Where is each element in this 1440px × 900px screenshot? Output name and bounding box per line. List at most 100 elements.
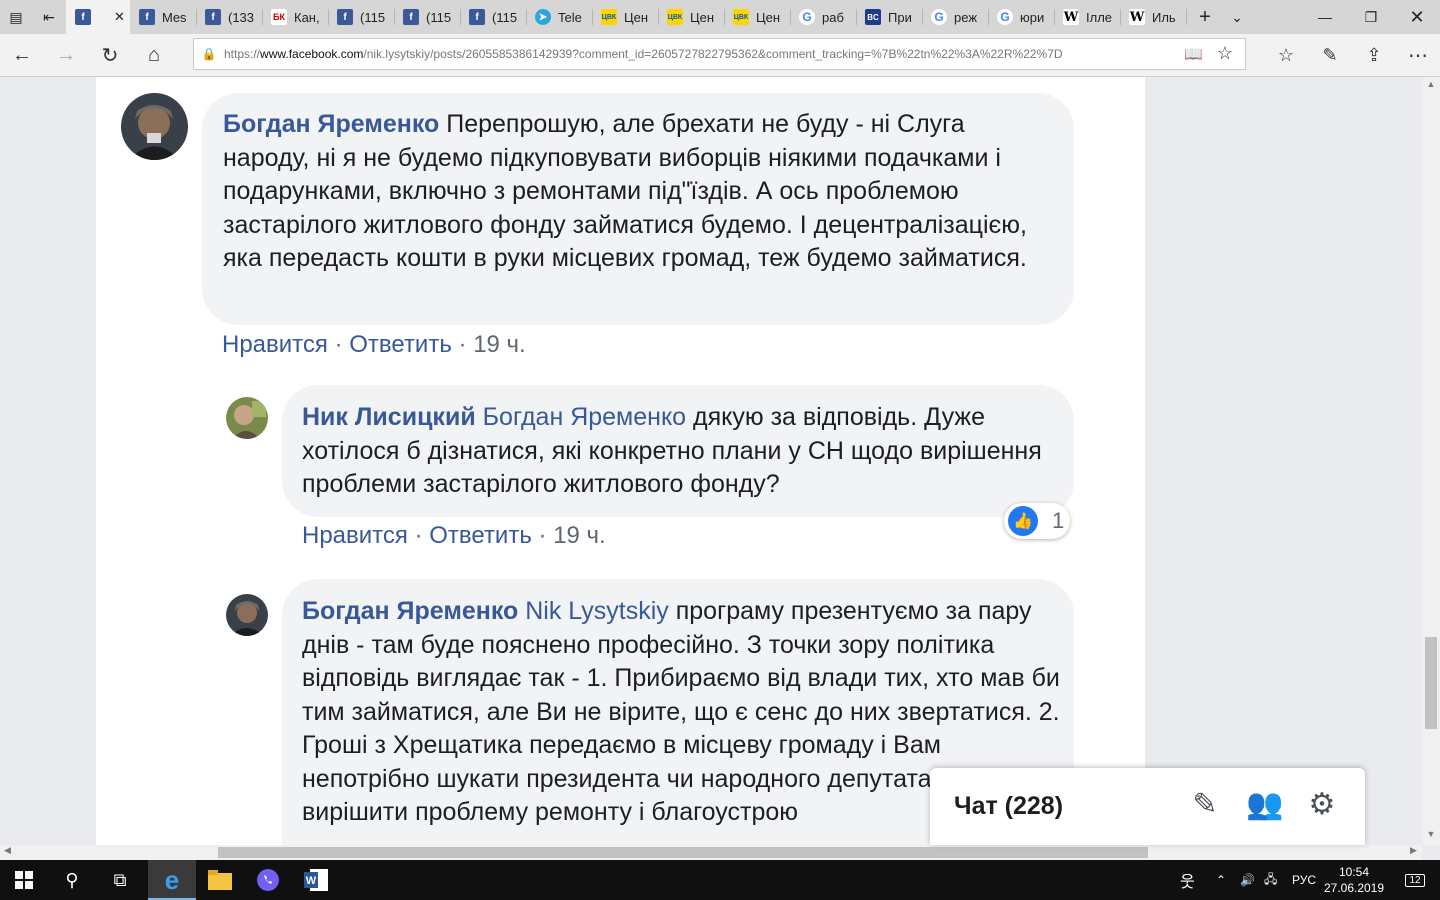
system-clock[interactable]: 10:54 27.06.2019 [1318, 864, 1390, 896]
browser-tab[interactable]: f (115 [328, 0, 394, 34]
browser-tab[interactable]: ЦВК Цен [724, 0, 790, 34]
comment-time[interactable]: 19 ч. [473, 331, 526, 358]
search-icon[interactable]: ⚲ [48, 860, 96, 900]
browser-tab[interactable]: W Иль [1120, 0, 1186, 34]
minimize-icon[interactable]: — [1302, 0, 1348, 34]
restore-icon[interactable]: ❐ [1348, 0, 1394, 34]
browser-tab[interactable]: W Ілле [1054, 0, 1120, 34]
avatar-nik-lysytskiy[interactable] [226, 397, 268, 439]
favorites-hub-icon[interactable]: ☆ [1266, 38, 1306, 72]
scroll-right-icon[interactable]: ▶ [1410, 845, 1417, 856]
browser-tab[interactable]: ЦВК Цен [658, 0, 724, 34]
facebook-icon: f [403, 9, 419, 25]
network-icon[interactable]: 🖧 [1264, 860, 1277, 900]
set-tabs-aside-icon[interactable]: ⇤ [32, 0, 66, 34]
horizontal-scrollbar[interactable]: ◀ ▶ [0, 845, 1422, 860]
reply-bubble: Ник Лисицкий Богдан Яременко дякую за ві… [282, 385, 1074, 517]
tab-label: юри [1020, 9, 1045, 25]
favorite-star-icon[interactable]: ☆ [1217, 43, 1233, 64]
tab-label: (133 [228, 9, 255, 25]
reaction-count-badge[interactable]: 👍 1 [1004, 503, 1070, 539]
like-link[interactable]: Нравится [302, 522, 408, 549]
lock-icon: 🔒 [201, 47, 217, 61]
chat-settings-gear-icon[interactable]: ⚙ [1305, 788, 1339, 822]
mention-link[interactable]: Богдан Яременко [483, 403, 686, 431]
tab-separator [1186, 9, 1187, 25]
browser-tab[interactable]: ЦВК Цен [592, 0, 658, 34]
more-icon[interactable]: ⋯ [1398, 38, 1438, 72]
edge-browser-icon[interactable]: e [148, 860, 196, 900]
browser-tab[interactable]: Gреж [922, 0, 988, 34]
chat-title[interactable]: Чат (228) [954, 792, 1063, 821]
scroll-down-icon[interactable]: ▼ [1422, 829, 1440, 839]
back-icon[interactable]: ← [2, 38, 42, 72]
windows-taskbar: ⚲ ⧉ e W 웃 ⌃ 🔊 🖧 РУС 10:54 27.06.2019 12 [0, 860, 1440, 900]
share-icon[interactable]: ⇪ [1354, 38, 1394, 72]
tab-list-chevron-icon[interactable]: ⌄ [1222, 0, 1252, 34]
reaction-count: 1 [1052, 508, 1065, 533]
browser-tab[interactable]: f (115 [394, 0, 460, 34]
refresh-icon[interactable]: ↻ [90, 38, 130, 72]
reply-link[interactable]: Ответить [429, 522, 532, 549]
browser-tab[interactable]: f (133 [196, 0, 262, 34]
windows-start-icon[interactable] [0, 860, 48, 900]
address-bar[interactable]: 🔒 https://www.facebook.com/nik.lysytskiy… [193, 38, 1246, 70]
action-center-icon[interactable]: 12 [1402, 860, 1428, 900]
tab-actions-icon[interactable]: ▤ [0, 0, 32, 34]
viber-icon[interactable] [244, 860, 292, 900]
volume-icon[interactable]: 🔊 [1240, 860, 1255, 900]
vertical-scrollbar[interactable]: ▲ ▼ [1422, 77, 1440, 845]
browser-tab[interactable]: БК Кан, [262, 0, 328, 34]
pen-notes-icon[interactable]: ✎ [1310, 38, 1350, 72]
browser-tab[interactable]: ➤ Tele [526, 0, 592, 34]
facebook-icon: f [139, 9, 155, 25]
avatar-bohdan-yaremenko[interactable] [226, 594, 268, 636]
url-path: /nik.lysytskiy/posts/2605585386142939?co… [363, 47, 1063, 61]
reply-link[interactable]: Ответить [349, 331, 452, 358]
tab-label: Mes [162, 9, 187, 25]
browser-tab[interactable]: f (115 [460, 0, 526, 34]
comment-author[interactable]: Богдан Яременко [223, 110, 439, 138]
tab-label: (115 [426, 9, 452, 25]
reading-view-icon[interactable]: 📖 [1184, 45, 1203, 63]
comment-author[interactable]: Богдан Яременко [302, 597, 518, 625]
show-hidden-icons-chevron-icon[interactable]: ⌃ [1216, 860, 1226, 900]
file-explorer-icon[interactable] [196, 860, 244, 900]
create-group-icon[interactable]: 👥 [1246, 788, 1283, 822]
comment-author[interactable]: Ник Лисицкий [302, 403, 476, 431]
browser-tab[interactable]: Gраб [790, 0, 856, 34]
cvk-icon: ЦВК [601, 9, 617, 25]
scrollbar-thumb[interactable] [218, 847, 1148, 858]
avatar-bohdan-yaremenko[interactable] [121, 93, 188, 160]
word-icon[interactable]: W [292, 860, 340, 900]
tab-label: реж [954, 9, 978, 25]
scrollbar-thumb[interactable] [1425, 637, 1437, 729]
browser-tab[interactable]: f Mes [130, 0, 196, 34]
input-language[interactable]: РУС [1292, 860, 1316, 900]
tab-label: Цен [624, 9, 649, 25]
reply-actions: Нравится · Ответить · 19 ч. [302, 522, 606, 549]
tab-label: (115 [360, 9, 386, 25]
scroll-up-icon[interactable]: ▲ [1422, 79, 1440, 89]
mention-link[interactable]: Nik Lysytskiy [525, 597, 669, 625]
home-icon[interactable]: ⌂ [134, 38, 174, 72]
tab-label: Цен [690, 9, 715, 25]
like-link[interactable]: Нравится [222, 331, 328, 358]
svg-text:W: W [306, 875, 317, 887]
chat-panel[interactable]: Чат (228) ✎ 👥 ⚙ [930, 768, 1365, 845]
browser-tab[interactable]: BC При [856, 0, 922, 34]
address-toolbar: ← → ↻ ⌂ 🔒 https://www.facebook.com/nik.l… [0, 34, 1440, 77]
scroll-left-icon[interactable]: ◀ [4, 845, 11, 856]
url-prefix: https:// [224, 47, 261, 61]
close-window-icon[interactable]: ✕ [1394, 0, 1440, 34]
close-tab-icon[interactable]: ✕ [114, 9, 125, 25]
people-icon[interactable]: 웃 [1180, 860, 1195, 900]
new-message-icon[interactable]: ✎ [1188, 788, 1222, 822]
comment-time[interactable]: 19 ч. [553, 522, 606, 549]
forward-icon[interactable]: → [46, 38, 86, 72]
google-icon: G [799, 9, 815, 25]
new-tab-icon[interactable]: + [1188, 0, 1222, 34]
browser-tab[interactable]: Gюри [988, 0, 1054, 34]
task-view-icon[interactable]: ⧉ [96, 860, 144, 900]
browser-tab[interactable]: f ✕ [66, 0, 130, 34]
